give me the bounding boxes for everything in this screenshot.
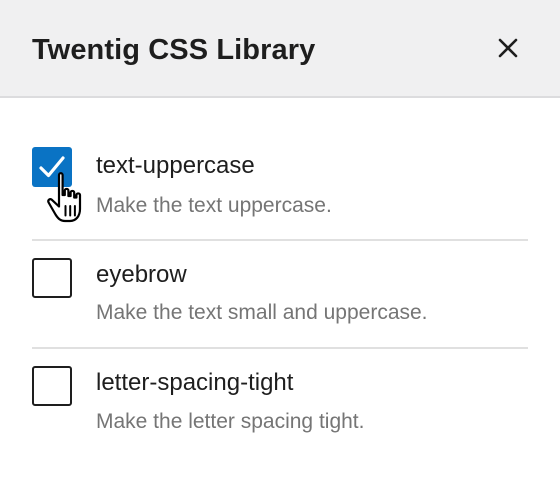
option-description: Make the text uppercase. <box>96 194 332 217</box>
option-name: text-uppercase <box>96 152 255 179</box>
panel-header: Twentig CSS Library <box>0 0 560 98</box>
close-icon <box>497 37 519 64</box>
text-uppercase-checkbox[interactable] <box>32 147 72 187</box>
option-description: Make the text small and uppercase. <box>96 301 428 324</box>
option-name: eyebrow <box>96 261 187 288</box>
css-library-panel: Twentig CSS Library text-uppercase Make … <box>0 0 560 480</box>
option-description: Make the letter spacing tight. <box>96 410 365 433</box>
eyebrow-checkbox[interactable] <box>32 258 72 298</box>
option-eyebrow[interactable]: eyebrow Make the text small and uppercas… <box>32 241 528 349</box>
option-letter-spacing-tight[interactable]: letter-spacing-tight Make the letter spa… <box>32 349 528 459</box>
panel-title: Twentig CSS Library <box>32 34 316 66</box>
option-text-uppercase[interactable]: text-uppercase Make the text uppercase. <box>32 130 528 241</box>
option-name: letter-spacing-tight <box>96 369 294 396</box>
letter-spacing-tight-checkbox[interactable] <box>32 366 72 406</box>
close-button[interactable] <box>488 30 528 70</box>
css-class-list: text-uppercase Make the text uppercase. … <box>32 130 528 459</box>
